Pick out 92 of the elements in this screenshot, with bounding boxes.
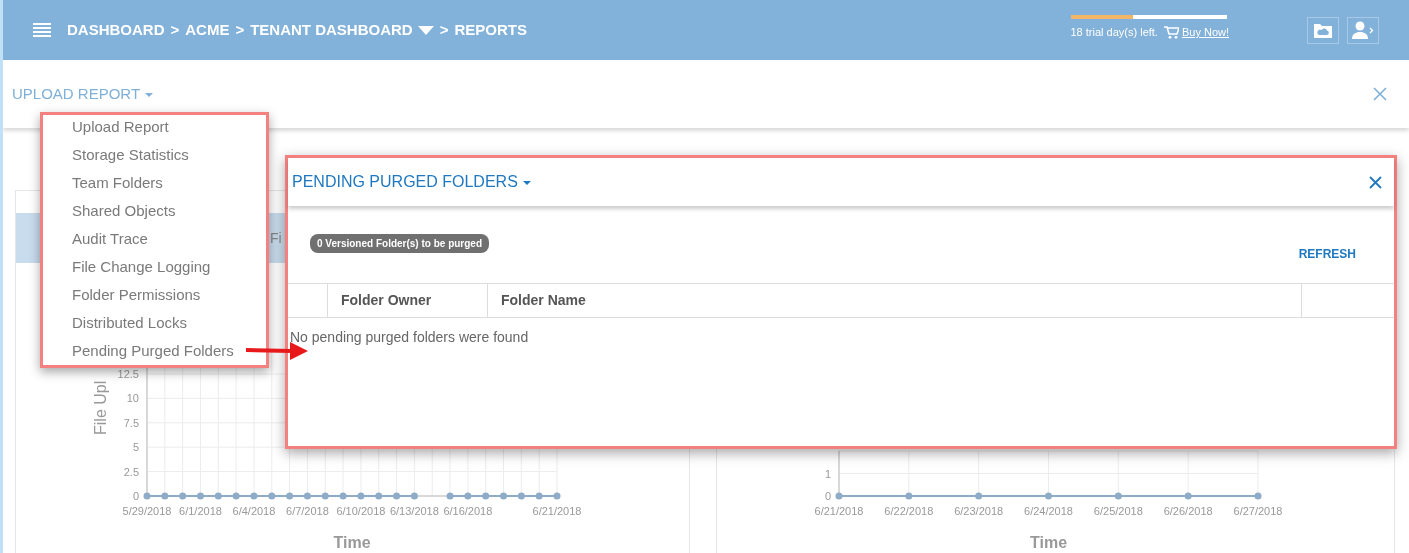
data-point <box>286 492 294 500</box>
panel-dropdown[interactable]: PENDING PURGED FOLDERS <box>292 170 531 194</box>
breadcrumb-separator: > <box>170 19 180 40</box>
tick-label: 2.5 <box>123 465 139 478</box>
data-point <box>143 492 151 500</box>
data-point <box>161 492 169 500</box>
data-point <box>232 492 240 500</box>
tick-label: 10 <box>126 392 139 405</box>
data-point <box>1114 492 1122 500</box>
cart-icon <box>1163 26 1179 39</box>
caret-icon[interactable] <box>417 26 434 36</box>
data-point <box>214 492 222 500</box>
tick-label: 1 <box>824 467 831 480</box>
axis-title: Time <box>333 534 371 551</box>
breadcrumb-link[interactable]: ACME <box>185 18 230 42</box>
tick-label: 6/25/2018 <box>1093 505 1143 517</box>
tick-label: 6/16/2018 <box>443 505 493 517</box>
cloud-folder-icon <box>1314 22 1332 38</box>
refresh-button[interactable]: REFRESH <box>1298 245 1356 263</box>
close-icon[interactable] <box>1373 87 1387 101</box>
breadcrumb-link[interactable]: REPORTS <box>454 18 527 42</box>
data-point <box>357 492 365 500</box>
data-point <box>1254 492 1262 500</box>
menu-item[interactable]: Pending Purged Folders <box>43 340 266 368</box>
count-badge: 0 Versioned Folder(s) to be purged <box>310 234 490 253</box>
data-point <box>250 492 258 500</box>
data-point <box>517 492 525 500</box>
tick-label: 6/4/2018 <box>232 505 276 517</box>
tick-label: 6/1/2018 <box>179 505 222 517</box>
data-point <box>464 492 472 500</box>
breadcrumb-link[interactable]: DASHBOARD <box>67 18 165 42</box>
tick-label: 6/24/2018 <box>1024 505 1073 517</box>
data-point <box>835 492 843 500</box>
tick-label: 6/10/2018 <box>336 505 386 517</box>
data-point <box>375 492 383 500</box>
tick-label: 0 <box>132 490 139 502</box>
data-point <box>268 492 276 500</box>
tick-label: 5 <box>132 441 139 454</box>
tick-label: 6/23/2018 <box>954 505 1004 517</box>
user-button[interactable] <box>1347 16 1379 44</box>
menu-item[interactable]: Upload Report <box>43 116 266 144</box>
data-point <box>179 492 187 500</box>
data-point <box>535 492 543 500</box>
user-icon <box>1352 21 1374 39</box>
trial-text: 18 trial day(s) left. <box>1070 25 1158 41</box>
breadcrumb-separator: > <box>439 19 449 40</box>
tick-label: 6/27/2018 <box>1233 505 1283 517</box>
data-point <box>339 492 347 500</box>
tick-label: 6/7/2018 <box>286 505 329 517</box>
tab-label[interactable]: Fi <box>270 228 282 249</box>
menu-item[interactable]: Audit Trace <box>43 228 266 256</box>
data-point <box>500 492 507 500</box>
tick-label: 12.5 <box>117 368 139 380</box>
menu-item[interactable]: Storage Statistics <box>43 144 266 172</box>
data-point <box>197 492 204 500</box>
annotation-arrow <box>245 342 308 360</box>
data-point <box>905 492 913 500</box>
tick-label: 6/21/2018 <box>532 505 582 517</box>
menu-item[interactable]: Distributed Locks <box>43 312 266 340</box>
cloud-folder-button[interactable] <box>1307 16 1339 44</box>
breadcrumb-link[interactable]: TENANT DASHBOARD <box>250 18 434 42</box>
menu-icon[interactable] <box>33 23 51 37</box>
data-point <box>393 492 401 500</box>
data-point <box>482 492 490 500</box>
tick-label: 7.5 <box>123 416 139 429</box>
menu-item[interactable]: File Change Logging <box>43 256 266 284</box>
tick-label: 6/22/2018 <box>884 505 934 517</box>
data-point <box>1045 492 1052 500</box>
tick-label: 6/13/2018 <box>389 505 439 517</box>
column-header: Folder Owner <box>328 284 488 317</box>
data-point <box>553 492 561 500</box>
axis-title: Time <box>1029 534 1068 551</box>
empty-message: No pending purged folders were found <box>289 328 530 347</box>
breadcrumb-separator: > <box>235 19 245 40</box>
data-point <box>446 492 454 500</box>
tick-label: 6/26/2018 <box>1163 505 1213 517</box>
buy-now-link[interactable]: Buy Now! <box>1181 24 1229 41</box>
menu-item[interactable]: Shared Objects <box>43 200 266 228</box>
data-point <box>303 492 311 500</box>
menu-item[interactable]: Folder Permissions <box>43 284 266 312</box>
data-point <box>975 492 983 500</box>
close-icon[interactable] <box>1369 175 1382 189</box>
data-point <box>321 492 329 500</box>
tick-label: 0 <box>824 490 831 502</box>
column-header: Folder Name <box>488 284 1302 317</box>
axis-title: File Upl <box>92 380 109 435</box>
menu-item[interactable]: Team Folders <box>43 172 266 200</box>
data-point <box>410 492 418 500</box>
tick-label: 5/29/2018 <box>122 505 172 517</box>
tick-label: 6/21/2018 <box>814 505 864 517</box>
report-dropdown[interactable]: UPLOAD REPORT <box>12 82 154 106</box>
data-point <box>1184 492 1192 500</box>
